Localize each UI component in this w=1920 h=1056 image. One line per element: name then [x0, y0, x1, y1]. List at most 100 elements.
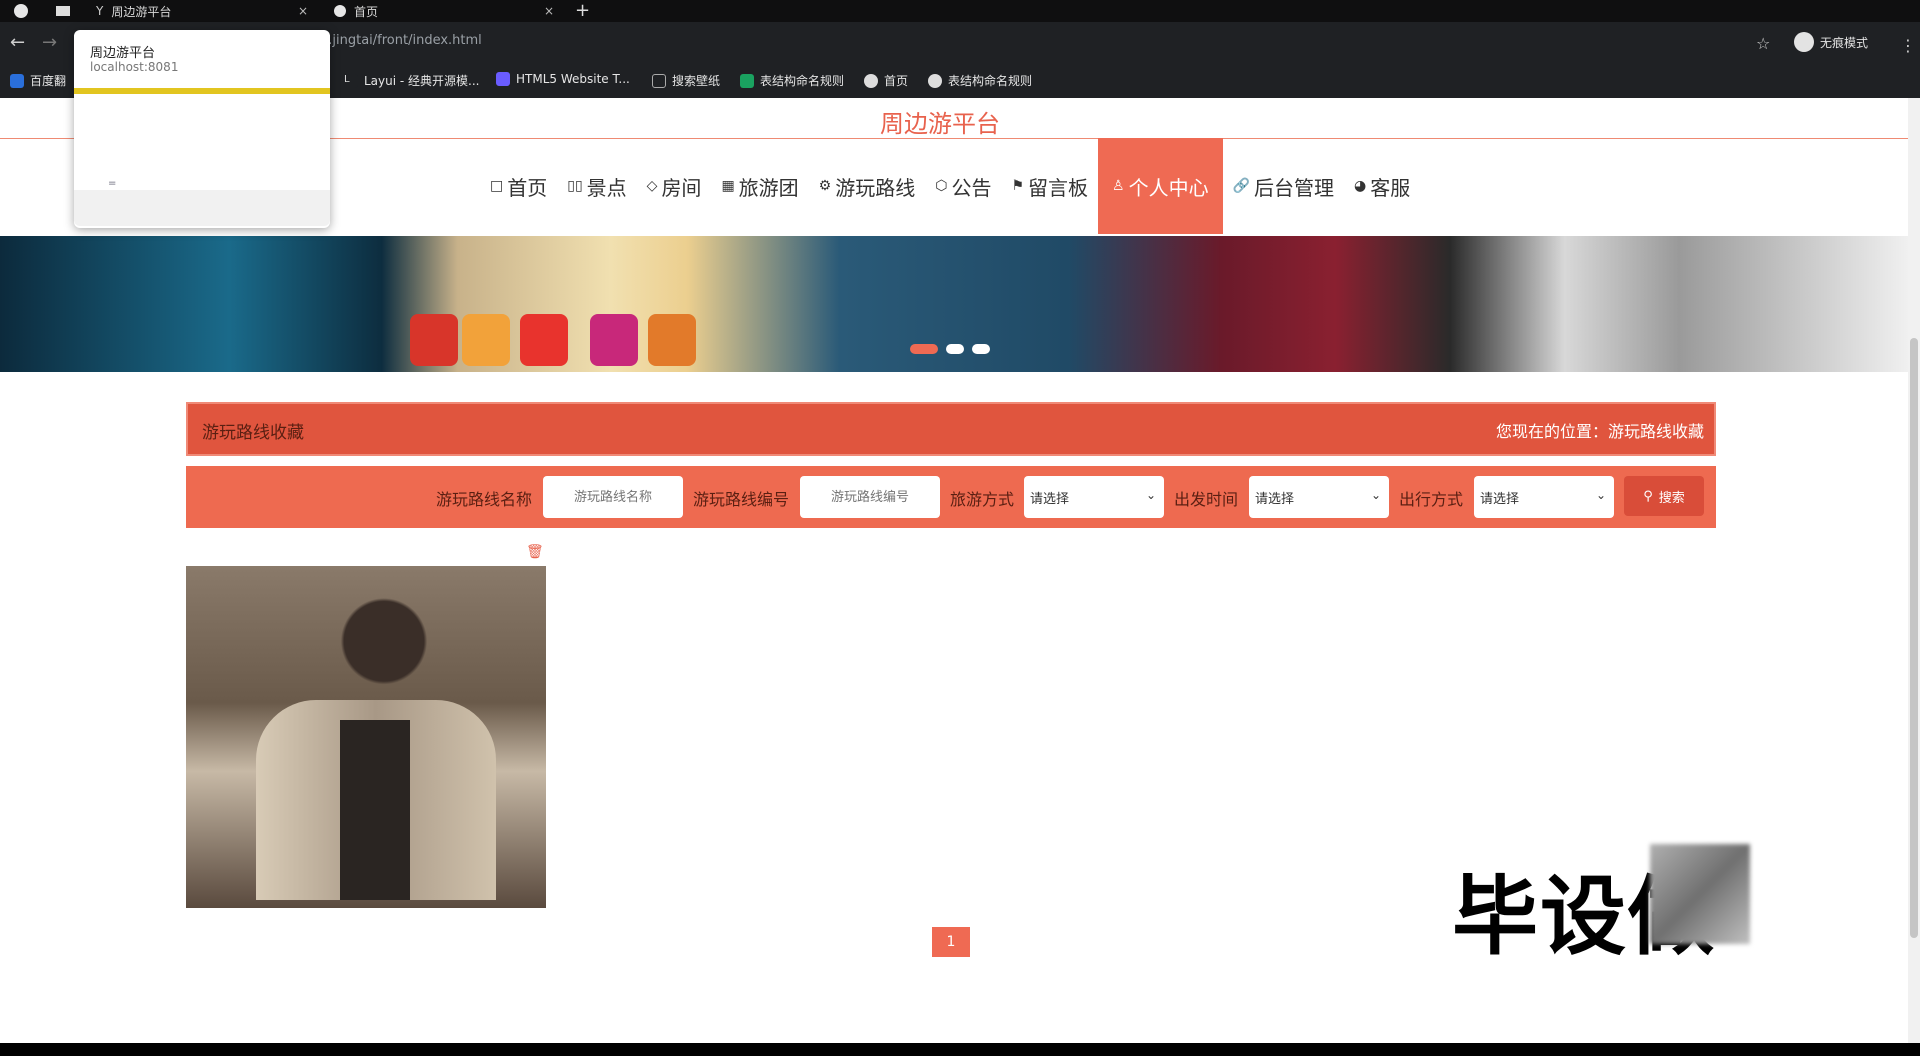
pagination-page-1[interactable]: 1: [932, 927, 970, 957]
tab-hover-card: 周边游平台 localhost:8081 =: [74, 30, 330, 228]
bookmark-label: 百度翻: [30, 74, 67, 88]
bookmark-item[interactable]: 百度翻: [10, 72, 66, 89]
bookmark-item[interactable]: 表结构命名规则: [928, 72, 1032, 89]
browser-icon-tab[interactable]: [14, 0, 74, 22]
nav-label: 个人中心: [1128, 175, 1209, 200]
nav-item-scenic[interactable]: ▯▯ 景点: [557, 138, 636, 234]
tab-zhoubianyou[interactable]: Y 周边游平台 ×: [96, 0, 308, 22]
bookmark-icon: [740, 73, 754, 88]
carousel-dot-active[interactable]: [910, 344, 938, 354]
bookmark-item[interactable]: HTML5 Website T...: [496, 72, 630, 86]
link-icon: 🔗: [1232, 178, 1251, 194]
tab-title: 周边游平台: [111, 4, 172, 19]
bookmark-label: HTML5 Website T...: [516, 72, 630, 86]
chevron-down-icon: ⌄: [1370, 488, 1381, 502]
nav-item-profile[interactable]: ♙ 个人中心: [1098, 138, 1223, 234]
scrollbar-thumb[interactable]: [1910, 338, 1918, 938]
browser-tab-bar: Y 周边游平台 × 首页 ×: [0, 0, 1920, 22]
service-icon: ◕: [1354, 178, 1367, 194]
nav-item-service[interactable]: ◕ 客服: [1344, 138, 1420, 234]
nav-item-room[interactable]: ◇ 房间: [637, 138, 712, 234]
bookmark-icon: [10, 73, 24, 88]
nav-item-home[interactable]: □ 首页: [480, 138, 557, 234]
nav-label: 首页: [507, 175, 548, 200]
search-bar: 游玩路线名称 游玩路线编号 旅游方式 请选择 ⌄ 出发时间 请选择 ⌄ 出行方式 请…: [186, 466, 1716, 528]
nav-label: 房间: [661, 175, 702, 200]
nav-item-message-board[interactable]: ⚑ 留言板: [1001, 138, 1098, 234]
breadcrumb-current[interactable]: 游玩路线收藏: [1608, 422, 1704, 441]
bookmark-icon: [496, 72, 510, 86]
bookmark-icon: [652, 73, 666, 88]
address-input[interactable]: ...jingtai/front/index.html: [320, 33, 482, 48]
tab-favicon-icon: [334, 5, 346, 17]
tab-home[interactable]: 首页 ×: [334, 0, 554, 22]
hover-card-url: localhost:8081: [90, 60, 179, 74]
user-icon: ♙: [1112, 178, 1125, 194]
bookmark-item[interactable]: L Layui - 经典开源模...: [344, 72, 479, 89]
nav-item-notice[interactable]: ⬡ 公告: [925, 138, 1001, 234]
bookmark-item[interactable]: 搜索壁纸: [652, 72, 720, 89]
cube-icon: ⬡: [935, 178, 948, 194]
travel-mode-label: 旅游方式: [950, 490, 1015, 509]
search-button-label: 搜索: [1658, 490, 1685, 506]
bookmark-label: 表结构命名规则: [948, 74, 1033, 88]
gear-icon: ⚙: [818, 178, 832, 194]
page-title: 游玩路线收藏: [202, 423, 304, 443]
depart-time-label: 出发时间: [1174, 490, 1239, 509]
page-scrollbar[interactable]: [1908, 98, 1920, 1043]
bookmark-star-icon[interactable]: ☆: [1756, 34, 1770, 53]
banner-decoration: [462, 314, 510, 366]
carousel-dot[interactable]: [946, 344, 964, 354]
new-tab-button[interactable]: +: [575, 0, 590, 22]
back-arrow-icon[interactable]: ←: [10, 34, 25, 52]
select-value: 请选择: [1030, 491, 1070, 507]
delete-icon[interactable]: 🗑: [526, 544, 544, 560]
tab-close-icon[interactable]: ×: [544, 4, 554, 18]
bookmark-label: 表结构命名规则: [760, 74, 845, 88]
browser-menu-icon[interactable]: ⋮: [1900, 36, 1916, 55]
route-name-label: 游玩路线名称: [436, 490, 533, 509]
hover-card-preview-text: =: [108, 178, 117, 189]
travel-mode-select[interactable]: 请选择 ⌄: [1024, 476, 1164, 518]
flag-icon: ⚑: [1011, 178, 1025, 194]
trip-mode-label: 出行方式: [1399, 490, 1464, 509]
search-button[interactable]: ⚲ 搜索: [1624, 476, 1704, 516]
route-no-input[interactable]: [800, 476, 940, 518]
nav-label: 旅游团: [738, 175, 799, 200]
incognito-indicator[interactable]: 无痕模式: [1794, 32, 1868, 52]
route-no-label: 游玩路线编号: [693, 490, 790, 509]
blur-mask: [1650, 844, 1750, 944]
incognito-icon: [1794, 32, 1814, 52]
bookmark-item[interactable]: 表结构命名规则: [740, 72, 844, 89]
route-name-input[interactable]: [543, 476, 683, 518]
forward-arrow-icon[interactable]: →: [42, 34, 57, 52]
nav-item-route[interactable]: ⚙ 游玩路线: [809, 138, 926, 234]
breadcrumb-bar: 游玩路线收藏 您现在的位置：游玩路线收藏: [186, 402, 1716, 456]
select-value: 请选择: [1255, 491, 1295, 507]
calendar-icon: ▦: [721, 178, 735, 194]
depart-time-select[interactable]: 请选择 ⌄: [1249, 476, 1389, 518]
carousel-indicators: [910, 344, 1030, 356]
chevron-down-icon: ⌄: [1595, 488, 1606, 502]
select-value: 请选择: [1480, 491, 1520, 507]
hover-card-footer: [74, 190, 330, 226]
banner-decoration: [648, 314, 696, 366]
bookmark-item[interactable]: 首页: [864, 72, 908, 89]
trip-mode-select[interactable]: 请选择 ⌄: [1474, 476, 1614, 518]
tab-close-icon[interactable]: ×: [298, 4, 308, 18]
bookmark-label: 首页: [884, 74, 909, 88]
banner-decoration: [590, 314, 638, 366]
tab-title: 首页: [354, 4, 379, 19]
carousel-dot[interactable]: [972, 344, 990, 354]
nav-item-tour-group[interactable]: ▦ 旅游团: [711, 138, 808, 234]
nav-label: 留言板: [1028, 175, 1089, 200]
nav-item-admin[interactable]: 🔗 后台管理: [1223, 138, 1344, 234]
bookmark-icon: L: [344, 73, 358, 88]
nav-label: 客服: [1370, 175, 1411, 200]
bookmark-label: 搜索壁纸: [672, 74, 721, 88]
nav-label: 公告: [951, 175, 992, 200]
web-page: 周边游平台 □ 首页 ▯▯ 景点 ◇ 房间 ▦ 旅游团 ⚙ 游玩路线 ⬡ 公告 ⚑ 留言板 ♙…: [0, 98, 1920, 1043]
hover-card-title: 周边游平台: [90, 46, 156, 61]
breadcrumb-prefix: 您现在的位置：: [1495, 422, 1608, 441]
home-icon: □: [490, 178, 504, 194]
